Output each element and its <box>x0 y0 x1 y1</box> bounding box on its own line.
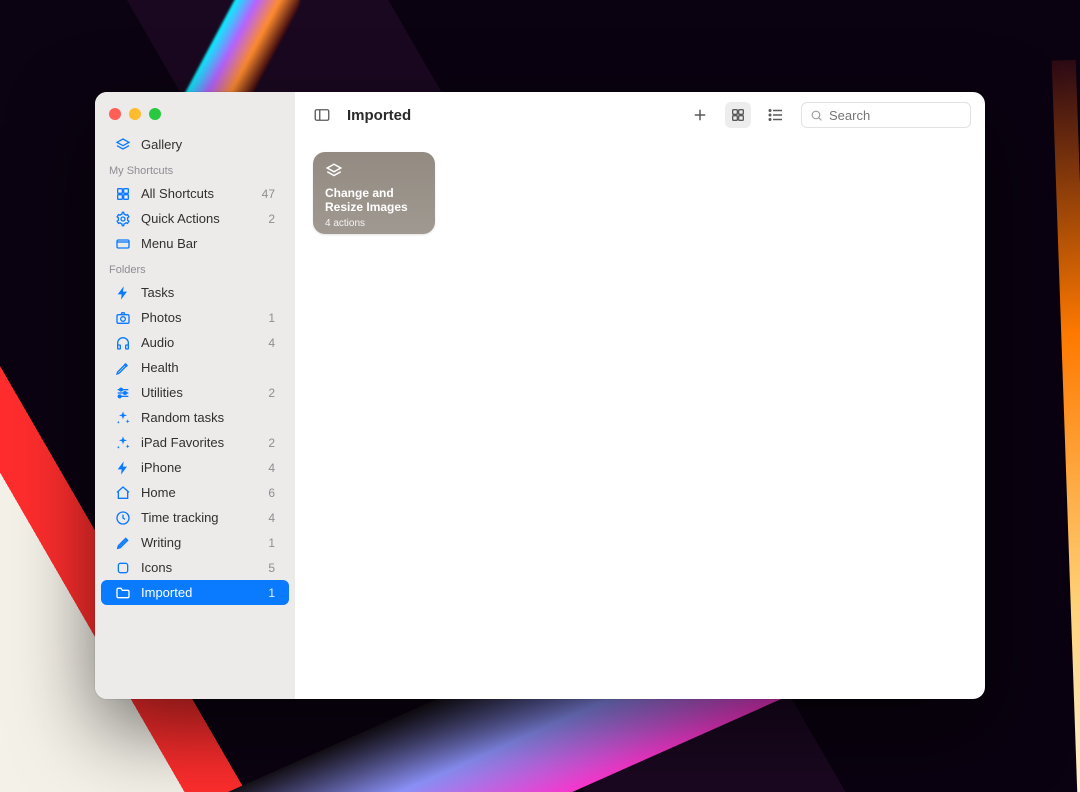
sidebar-item-label: Random tasks <box>141 410 224 425</box>
shortcut-grid: Change and Resize Images 4 actions <box>295 138 985 699</box>
sidebar-item-count: 5 <box>268 561 275 575</box>
sidebar-item-quick-actions[interactable]: Quick Actions 2 <box>101 206 289 231</box>
sidebar-item-label: Gallery <box>141 137 182 152</box>
content-pane: Imported Change a <box>295 92 985 699</box>
sidebar-item-label: Home <box>141 485 176 500</box>
sidebar-item-count: 4 <box>268 336 275 350</box>
bolt-icon <box>115 285 131 301</box>
sidebar-item-label: Audio <box>141 335 174 350</box>
headphones-icon <box>115 335 131 351</box>
sidebar-item-icons[interactable]: Icons 5 <box>101 555 289 580</box>
sidebar-section-my-shortcuts: My Shortcuts <box>95 157 295 181</box>
sidebar-item-health[interactable]: Health <box>101 355 289 380</box>
window-controls <box>95 102 295 132</box>
layers-icon <box>115 137 131 153</box>
clock-icon <box>115 510 131 526</box>
sidebar-item-label: Time tracking <box>141 510 219 525</box>
shortcut-card-title: Change and Resize Images <box>325 186 423 215</box>
search-icon <box>810 109 823 122</box>
sidebar-item-label: Imported <box>141 585 192 600</box>
sidebar-item-menu-bar[interactable]: Menu Bar <box>101 231 289 256</box>
minimize-window-button[interactable] <box>129 108 141 120</box>
shortcut-card-subtitle: 4 actions <box>325 218 423 229</box>
sidebar: Gallery My Shortcuts All Shortcuts 47 Quic… <box>95 92 295 699</box>
sidebar-item-count: 2 <box>268 436 275 450</box>
close-window-button[interactable] <box>109 108 121 120</box>
toggle-sidebar-button[interactable] <box>309 102 335 128</box>
desktop-wallpaper: Gallery My Shortcuts All Shortcuts 47 Quic… <box>0 0 1080 792</box>
fullscreen-window-button[interactable] <box>149 108 161 120</box>
sidebar-item-label: Tasks <box>141 285 174 300</box>
home-icon <box>115 485 131 501</box>
sidebar-item-photos[interactable]: Photos 1 <box>101 305 289 330</box>
sidebar-item-label: Utilities <box>141 385 183 400</box>
sidebar-item-utilities[interactable]: Utilities 2 <box>101 380 289 405</box>
sidebar-item-audio[interactable]: Audio 4 <box>101 330 289 355</box>
shortcut-card-change-and-resize-images[interactable]: Change and Resize Images 4 actions <box>313 152 435 234</box>
sidebar-item-count: 4 <box>268 461 275 475</box>
sidebar-item-count: 2 <box>268 212 275 226</box>
app-window: Gallery My Shortcuts All Shortcuts 47 Quic… <box>95 92 985 699</box>
sidebar-item-count: 6 <box>268 486 275 500</box>
sidebar-item-count: 1 <box>268 586 275 600</box>
sidebar-item-label: Icons <box>141 560 172 575</box>
layers-icon <box>325 162 343 180</box>
sidebar-item-label: Writing <box>141 535 181 550</box>
sidebar-item-home[interactable]: Home 6 <box>101 480 289 505</box>
sliders-icon <box>115 385 131 401</box>
list-view-button[interactable] <box>763 102 789 128</box>
sidebar-item-count: 4 <box>268 511 275 525</box>
sidebar-item-ipad-favorites[interactable]: iPad Favorites 2 <box>101 430 289 455</box>
sidebar-item-label: Photos <box>141 310 181 325</box>
gear-icon <box>115 211 131 227</box>
new-shortcut-button[interactable] <box>687 102 713 128</box>
sidebar-item-random-tasks[interactable]: Random tasks <box>101 405 289 430</box>
sparkle-icon <box>115 435 131 451</box>
bolt-icon <box>115 460 131 476</box>
sidebar-item-label: iPhone <box>141 460 181 475</box>
sidebar-item-all-shortcuts[interactable]: All Shortcuts 47 <box>101 181 289 206</box>
page-title: Imported <box>347 107 411 124</box>
sidebar-item-gallery[interactable]: Gallery <box>101 132 289 157</box>
sidebar-item-label: Quick Actions <box>141 211 220 226</box>
sidebar-item-count: 1 <box>268 311 275 325</box>
sidebar-item-iphone[interactable]: iPhone 4 <box>101 455 289 480</box>
pencil-icon <box>115 360 131 376</box>
folder-icon <box>115 585 131 601</box>
sidebar-item-count: 2 <box>268 386 275 400</box>
square-icon <box>115 560 131 576</box>
sidebar-item-writing[interactable]: Writing 1 <box>101 530 289 555</box>
sidebar-item-label: All Shortcuts <box>141 186 214 201</box>
sidebar-item-count: 47 <box>262 187 275 201</box>
sidebar-item-label: Health <box>141 360 179 375</box>
sidebar-item-label: iPad Favorites <box>141 435 224 450</box>
sidebar-item-tasks[interactable]: Tasks <box>101 280 289 305</box>
pen-icon <box>115 535 131 551</box>
grid-view-button[interactable] <box>725 102 751 128</box>
camera-icon <box>115 310 131 326</box>
menubar-icon <box>115 236 131 252</box>
search-field[interactable] <box>801 102 971 128</box>
sparkle-icon <box>115 410 131 426</box>
sidebar-item-imported[interactable]: Imported 1 <box>101 580 289 605</box>
sidebar-section-folders: Folders <box>95 256 295 280</box>
sidebar-item-label: Menu Bar <box>141 236 197 251</box>
toolbar: Imported <box>295 92 985 138</box>
search-input[interactable] <box>829 108 962 123</box>
grid-icon <box>115 186 131 202</box>
sidebar-item-time-tracking[interactable]: Time tracking 4 <box>101 505 289 530</box>
sidebar-item-count: 1 <box>268 536 275 550</box>
